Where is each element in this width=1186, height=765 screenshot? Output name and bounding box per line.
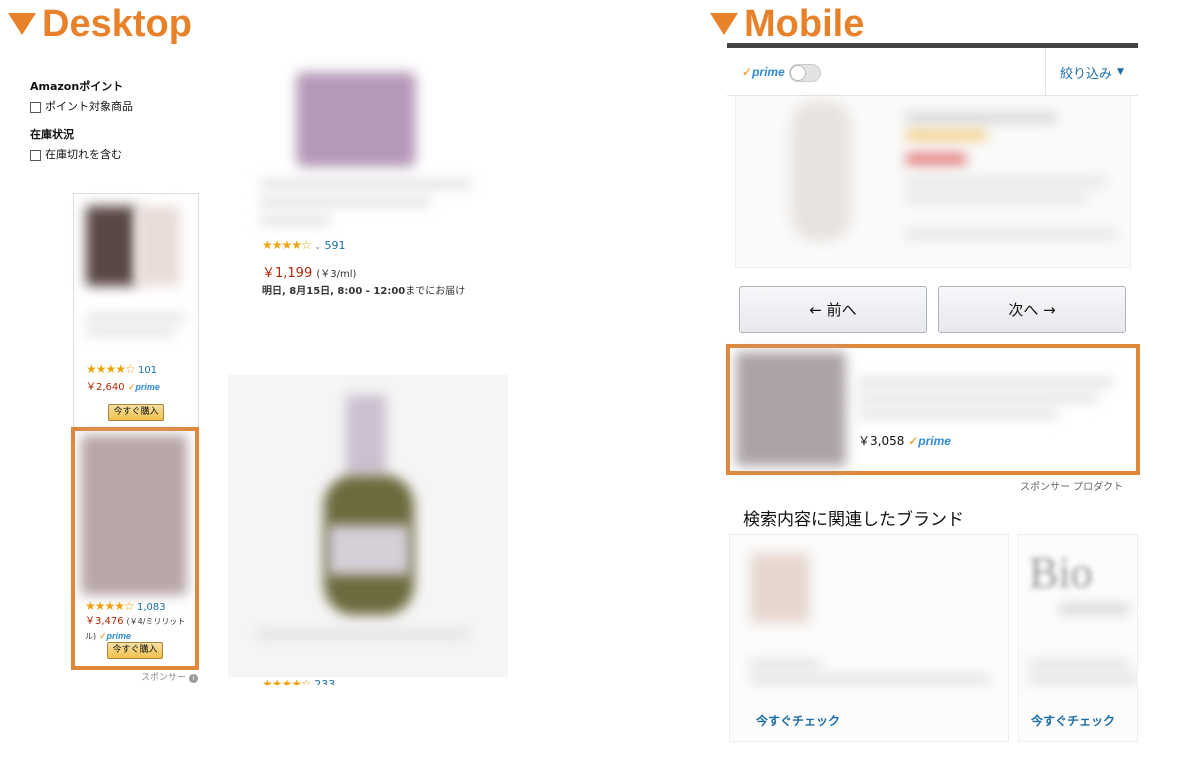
sponsored-ad-card-1[interactable]: ★★★★☆ 101 ￥2,640 ✓prime 今すぐ購入: [73, 193, 199, 430]
brand-name-blurred: [1029, 660, 1129, 668]
brand-card-1[interactable]: 今すぐチェック: [729, 534, 1009, 742]
prime-badge: ✓prime: [127, 382, 160, 392]
ad2-price-row: ￥3,476 (￥4/ミリリットル) ✓prime: [85, 616, 186, 641]
prime-toggle-switch[interactable]: [789, 64, 821, 82]
delivery-info: 明日, 8月15日, 8:00 - 12:00までにお届け: [262, 286, 466, 297]
star-rating-icon: ★★★★☆: [85, 599, 135, 613]
check-now-link[interactable]: 今すぐチェック: [1031, 712, 1115, 729]
filter-dropdown[interactable]: 絞り込み ▼: [1045, 48, 1138, 96]
prime-badge: ✓prime: [99, 631, 132, 641]
ad-image-secondary: [136, 206, 180, 286]
star-rating-icon: ★★★★☆: [86, 362, 136, 376]
stock-filter-checkbox[interactable]: 在庫切れを含む: [30, 146, 133, 162]
brand-desc-blurred: [1029, 675, 1137, 683]
check-now-link[interactable]: 今すぐチェック: [756, 712, 840, 729]
sponsored-product-price-row: ￥3,058 ✓prime: [858, 434, 951, 448]
product-image-label: [328, 525, 410, 575]
ad-image[interactable]: [81, 435, 187, 595]
product-image[interactable]: [791, 101, 851, 241]
prime-badge: ✓prime: [742, 65, 785, 79]
next-page-button[interactable]: 次へ →: [938, 286, 1126, 333]
buy-now-button[interactable]: 今すぐ購入: [108, 404, 164, 421]
product-info-blurred-line3: [906, 231, 1116, 238]
sponsored-ad-card-2[interactable]: ★★★★☆ 1,083 ￥3,476 (￥4/ミリリットル) ✓prime 今す…: [75, 431, 195, 666]
prime-toggle-label: ✓prime: [742, 65, 785, 79]
product-title-blurred-line3: [858, 410, 1058, 418]
filter-panel: Amazonポイント ポイント対象商品 在庫状況 在庫切れを含む: [30, 78, 133, 162]
brand-desc-blurred: [750, 675, 990, 683]
desktop-heading: Desktop: [8, 2, 192, 46]
product-card-top[interactable]: [238, 72, 478, 230]
product-title-blurred-line2: [858, 394, 1098, 402]
review-count-link[interactable]: 591: [325, 239, 346, 252]
ad1-rating: ★★★★☆ 101: [86, 362, 157, 376]
product-rating-blurred: [906, 131, 986, 139]
ad2-rating: ★★★★☆ 1,083: [85, 599, 166, 613]
product-info-blurred-line2: [906, 194, 1086, 201]
product-info-blurred: [906, 178, 1106, 185]
product-title-blurred: [258, 630, 468, 638]
star-rating-icon: ★★★★☆: [262, 238, 312, 252]
product-image[interactable]: [346, 395, 386, 475]
stock-title: 在庫状況: [30, 128, 74, 141]
sponsored-product-label: スポンサー プロダクト: [1020, 482, 1124, 493]
buy-now-button[interactable]: 今すぐ購入: [107, 642, 163, 659]
product-title-blurred[interactable]: [260, 180, 470, 188]
triangle-down-icon: [8, 13, 36, 35]
review-count-link[interactable]: 233: [314, 678, 335, 685]
prime-badge: ✓prime: [908, 434, 951, 448]
brand-card-2[interactable]: Bio 今すぐチェック: [1018, 534, 1138, 742]
product-price-blurred: [906, 154, 966, 164]
ad-title-blurred-line2: [86, 328, 176, 335]
product-title-blurred: [858, 378, 1113, 386]
related-brands-title: 検索内容に関連したブランド: [743, 510, 964, 530]
checkbox-icon[interactable]: [30, 101, 41, 113]
ad-image[interactable]: [86, 206, 136, 286]
chevron-down-icon: ▼: [1117, 67, 1124, 77]
triangle-down-icon: [710, 13, 738, 35]
ad-title-blurred: [86, 314, 186, 321]
sponsored-label: スポンサー i: [141, 670, 198, 683]
product-title-blurred-line3: [260, 216, 330, 224]
review-count-link[interactable]: 101: [138, 365, 157, 376]
mobile-product-card[interactable]: [735, 96, 1131, 268]
previous-page-button[interactable]: ← 前へ: [739, 286, 927, 333]
amazon-points-title: Amazonポイント: [30, 80, 124, 93]
product-title-blurred: [906, 114, 1056, 122]
product-image[interactable]: [736, 352, 846, 466]
product-bottom-rating: ★★★★☆ 233: [262, 677, 335, 685]
mobile-filter-bar: ✓prime 絞り込み ▼: [727, 48, 1138, 96]
product-card-bottom[interactable]: [228, 375, 508, 677]
brand-image[interactable]: [750, 553, 810, 623]
checkbox-icon[interactable]: [30, 149, 41, 161]
product-top-rating: ★★★★☆ ⌄ 591: [262, 238, 346, 252]
product-title-blurred-line2: [260, 198, 430, 206]
brand-logo[interactable]: Bio: [1029, 547, 1093, 598]
mobile-sponsored-product[interactable]: ￥3,058 ✓prime: [730, 348, 1136, 471]
review-count-link[interactable]: 1,083: [137, 602, 166, 613]
points-filter-checkbox[interactable]: ポイント対象商品: [30, 98, 133, 114]
mobile-heading: Mobile: [710, 2, 864, 46]
product-image[interactable]: [296, 72, 416, 167]
brand-tagline-blurred: [1059, 605, 1129, 613]
star-rating-icon: ★★★★☆: [262, 677, 312, 685]
product-top-price: ￥1,199 (￥3/ml): [262, 266, 357, 281]
ad1-price-row: ￥2,640 ✓prime: [86, 382, 160, 393]
brand-name-blurred: [750, 660, 820, 668]
info-icon[interactable]: i: [188, 674, 198, 683]
